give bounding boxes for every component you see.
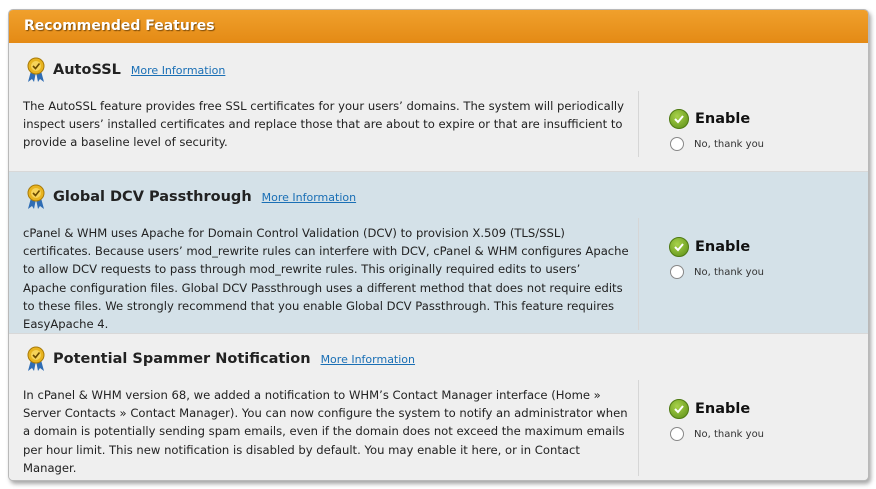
description-line: inspect users’ installed certificates an… <box>23 117 623 132</box>
feature-description: In cPanel & WHM version 68, we added a n… <box>23 386 635 477</box>
decline-label: No, thank you <box>694 428 765 440</box>
description-line: to these files. We strongly recommend th… <box>23 298 615 313</box>
award-ribbon-icon <box>25 346 47 372</box>
more-information-link[interactable]: More Information <box>321 353 415 366</box>
more-information-link[interactable]: More Information <box>262 191 356 204</box>
feature-choice: Enable No, thank you <box>669 399 764 441</box>
decline-option[interactable]: No, thank you <box>669 427 764 441</box>
feature-choice: Enable No, thank you <box>669 237 764 279</box>
feature-row-global-dcv-passthrough: Global DCV Passthrough More Information … <box>9 171 868 334</box>
divider <box>638 218 639 330</box>
feature-title: AutoSSL <box>53 62 121 78</box>
divider <box>638 380 639 476</box>
enable-label: Enable <box>695 239 751 255</box>
decline-option[interactable]: No, thank you <box>669 137 764 151</box>
panel-title: Recommended Features <box>9 10 868 43</box>
description-line: EasyApache 4. <box>23 317 109 332</box>
decline-radio[interactable] <box>670 137 684 151</box>
description-line: to allow DCV requests to pass through mo… <box>23 262 581 277</box>
decline-radio[interactable] <box>670 265 684 279</box>
decline-label: No, thank you <box>694 266 765 278</box>
description-line: certificates. Because users’ mod_rewrite… <box>23 244 629 259</box>
decline-radio[interactable] <box>670 427 684 441</box>
description-line: The AutoSSL feature provides free SSL ce… <box>23 99 624 113</box>
description-line: per hour limit. This new notification is… <box>23 442 580 457</box>
recommended-features-panel: Recommended Features AutoSSL More Inform… <box>8 9 869 481</box>
award-ribbon-icon <box>25 57 47 83</box>
description-line: a domain is potentially sending spam ema… <box>23 424 625 439</box>
enable-label: Enable <box>695 401 751 417</box>
description-line: cPanel & WHM uses Apache for Domain Cont… <box>23 226 565 240</box>
feature-row-potential-spammer-notification: Potential Spammer Notification More Info… <box>9 333 868 480</box>
enable-option[interactable]: Enable <box>669 109 764 129</box>
decline-option[interactable]: No, thank you <box>669 265 764 279</box>
check-circle-icon <box>669 109 689 129</box>
enable-option[interactable]: Enable <box>669 237 764 257</box>
feature-heading: Global DCV Passthrough More Information <box>25 184 356 210</box>
feature-choice: Enable No, thank you <box>669 109 764 151</box>
more-information-link[interactable]: More Information <box>131 64 225 77</box>
description-line: Server Contacts » Contact Manager). You … <box>23 406 628 421</box>
enable-option[interactable]: Enable <box>669 399 764 419</box>
description-line: In cPanel & WHM version 68, we added a n… <box>23 388 601 402</box>
feature-heading: AutoSSL More Information <box>25 57 225 83</box>
check-circle-icon <box>669 237 689 257</box>
description-line: Apache configuration files. Global DCV P… <box>23 280 623 295</box>
feature-heading: Potential Spammer Notification More Info… <box>25 346 415 372</box>
feature-description: cPanel & WHM uses Apache for Domain Cont… <box>23 224 635 333</box>
feature-description: The AutoSSL feature provides free SSL ce… <box>23 97 635 152</box>
decline-label: No, thank you <box>694 138 765 150</box>
check-circle-icon <box>669 399 689 419</box>
feature-title: Global DCV Passthrough <box>53 189 252 205</box>
award-ribbon-icon <box>25 184 47 210</box>
enable-label: Enable <box>695 111 751 127</box>
divider <box>638 91 639 157</box>
feature-title: Potential Spammer Notification <box>53 351 311 367</box>
description-line: Manager. <box>23 460 77 475</box>
description-line: provide a baseline level of security. <box>23 135 228 150</box>
feature-row-autossl: AutoSSL More Information The AutoSSL fea… <box>9 43 868 171</box>
